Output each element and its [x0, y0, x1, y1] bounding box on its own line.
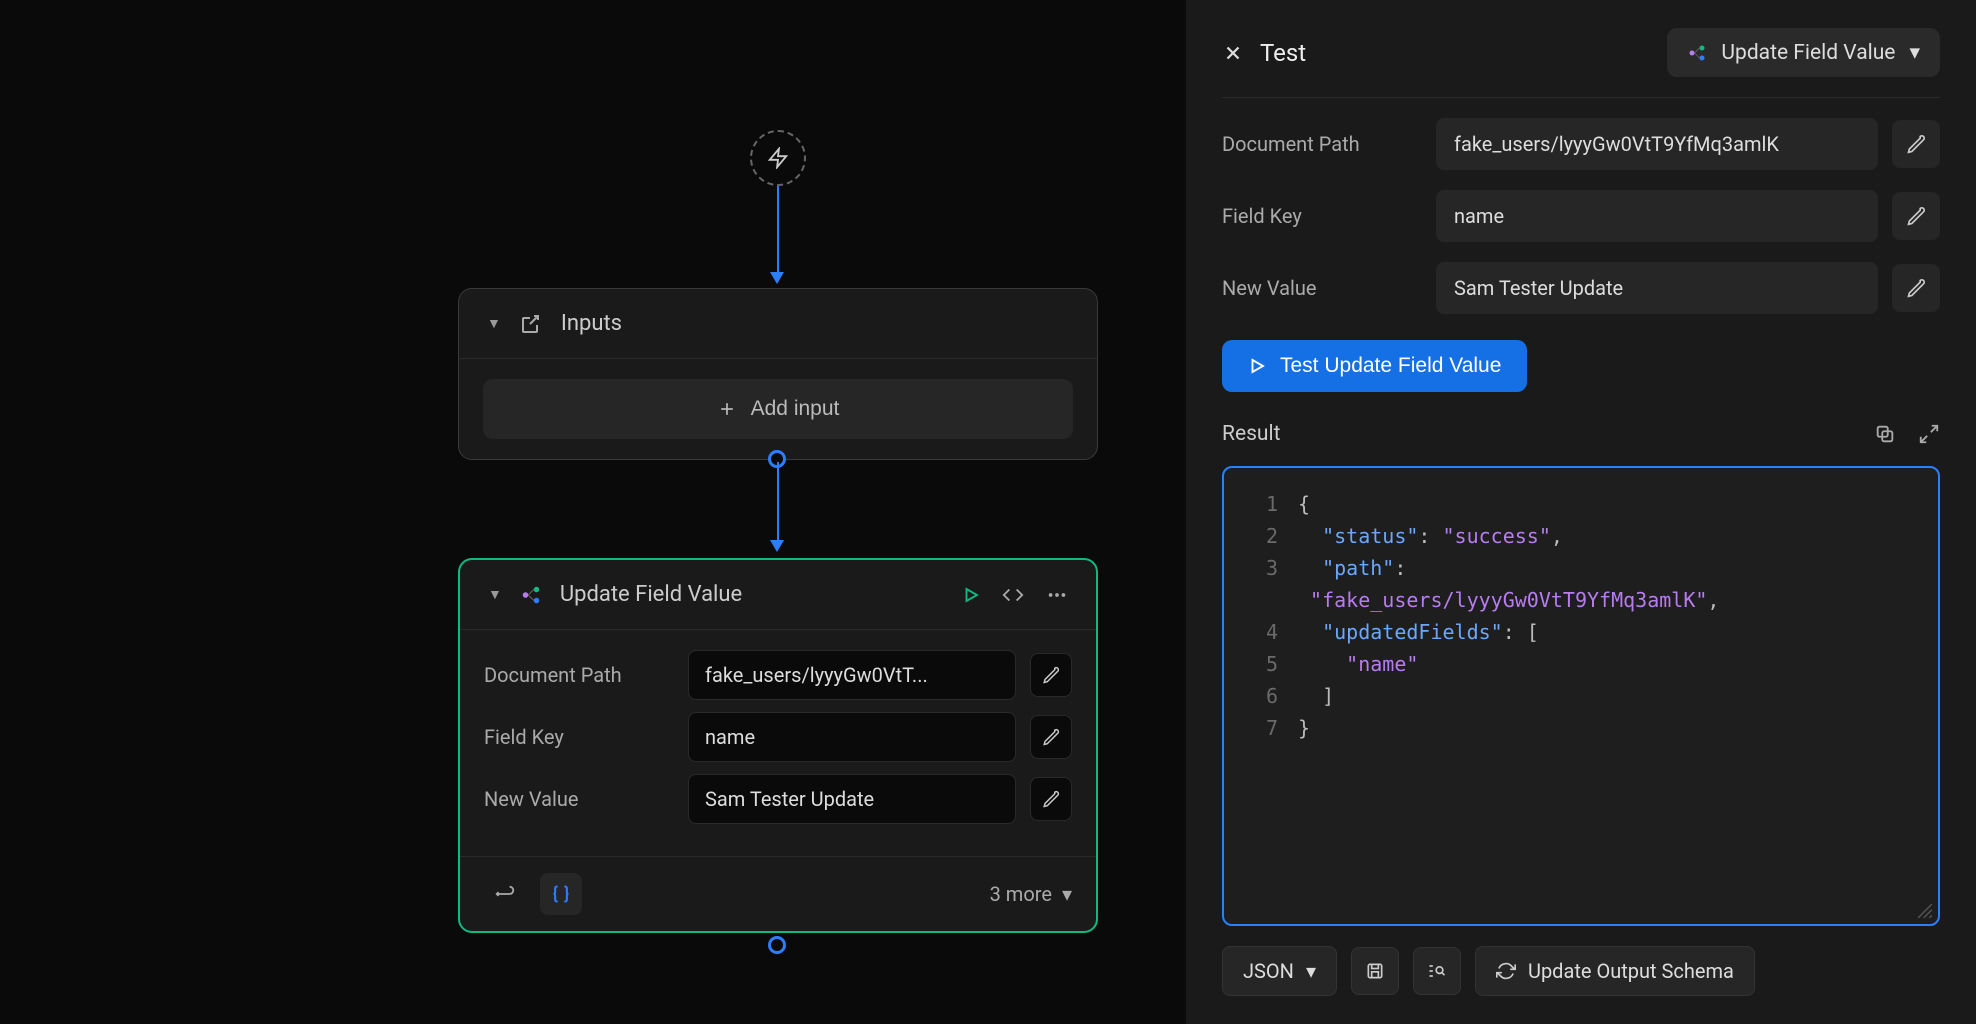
lightning-icon — [767, 147, 789, 169]
action-node[interactable]: ▼ Update Field Value Document Path fake_… — [458, 558, 1098, 933]
chevron-down-icon: ▾ — [1909, 40, 1920, 65]
add-input-button[interactable]: Add input — [483, 379, 1073, 439]
result-label: Result — [1222, 422, 1280, 446]
plus-icon — [717, 399, 737, 419]
action-node-header[interactable]: ▼ Update Field Value — [460, 560, 1096, 630]
action-node-actions — [962, 584, 1068, 606]
field-row-field-key: Field Key name — [484, 712, 1072, 762]
test-button[interactable]: Test Update Field Value — [1222, 340, 1527, 392]
result-header: Result — [1222, 422, 1940, 446]
code-line: 2 "status": "success", — [1248, 520, 1914, 552]
sidebar-header: Test Update Field Value ▾ — [1222, 28, 1940, 77]
connector-arrow — [770, 272, 784, 284]
inputs-node[interactable]: ▼ Inputs Add input — [458, 288, 1098, 460]
result-bottom-bar: JSON ▾ Update Output Schema — [1222, 946, 1940, 996]
resize-handle-icon[interactable] — [1918, 904, 1932, 918]
copy-icon[interactable] — [1874, 423, 1896, 445]
play-icon — [1248, 357, 1266, 375]
play-icon[interactable] — [962, 586, 980, 604]
integration-icon — [520, 584, 542, 606]
add-input-label: Add input — [751, 397, 840, 421]
workflow-canvas[interactable]: ▼ Inputs Add input ▼ Update Field Value — [0, 0, 1186, 1024]
code-line: 6 ] — [1248, 680, 1914, 712]
code-line: 7} — [1248, 712, 1914, 744]
chevron-down-icon: ▾ — [1306, 959, 1316, 983]
braces-icon[interactable] — [540, 873, 582, 915]
edit-button[interactable] — [1892, 120, 1940, 168]
doc-path-input[interactable]: fake_users/lyyyGw0VtT9YfMq3amlK — [1436, 118, 1878, 170]
connector-arrow — [770, 540, 784, 552]
code-line: 5 "name" — [1248, 648, 1914, 680]
code-line: 3 "path": — [1248, 552, 1914, 584]
save-icon[interactable] — [1351, 947, 1399, 995]
new-value-input[interactable]: Sam Tester Update — [1436, 262, 1878, 314]
edit-button[interactable] — [1892, 192, 1940, 240]
new-value-value[interactable]: Sam Tester Update — [688, 774, 1016, 824]
format-selector[interactable]: JSON ▾ — [1222, 946, 1337, 996]
result-code-box[interactable]: 1{2 "status": "success",3 "path": "fake_… — [1222, 466, 1940, 926]
action-node-body: Document Path fake_users/lyyyGw0VtT... F… — [460, 630, 1096, 856]
code-icon[interactable] — [1002, 584, 1024, 606]
new-value-label: New Value — [484, 787, 674, 811]
chevron-down-icon: ▾ — [1062, 882, 1072, 906]
code-line: 4 "updatedFields": [ — [1248, 616, 1914, 648]
edit-button[interactable] — [1030, 777, 1072, 821]
trigger-node[interactable] — [750, 130, 806, 186]
doc-path-label: Document Path — [484, 663, 674, 687]
field-key-input[interactable]: name — [1436, 190, 1878, 242]
more-fields-toggle[interactable]: 3 more ▾ — [990, 882, 1072, 906]
edit-button[interactable] — [1892, 264, 1940, 312]
sidebar-title: Test — [1260, 39, 1306, 67]
more-icon[interactable] — [1046, 584, 1068, 606]
action-node-footer: 3 more ▾ — [460, 856, 1096, 931]
inputs-node-title: Inputs — [561, 311, 1069, 336]
chevron-down-icon[interactable]: ▼ — [487, 315, 501, 332]
sb-field-field-key: Field Key name — [1222, 190, 1940, 242]
sb-field-document-path: Document Path fake_users/lyyyGw0VtT9YfMq… — [1222, 118, 1940, 170]
connector — [777, 186, 779, 274]
code-line: "fake_users/lyyyGw0VtT9YfMq3amlK", — [1248, 584, 1914, 616]
inputs-node-header[interactable]: ▼ Inputs — [459, 289, 1097, 359]
field-key-value[interactable]: name — [688, 712, 1016, 762]
sb-field-new-value: New Value Sam Tester Update — [1222, 262, 1940, 314]
action-selector[interactable]: Update Field Value ▾ — [1667, 28, 1940, 77]
connector-port[interactable] — [768, 936, 786, 954]
field-row-document-path: Document Path fake_users/lyyyGw0VtT... — [484, 650, 1072, 700]
return-icon[interactable] — [484, 873, 526, 915]
doc-path-value[interactable]: fake_users/lyyyGw0VtT... — [688, 650, 1016, 700]
edit-button[interactable] — [1030, 653, 1072, 697]
test-sidebar: Test Update Field Value ▾ Document Path … — [1186, 0, 1976, 1024]
edit-button[interactable] — [1030, 715, 1072, 759]
action-node-title: Update Field Value — [560, 582, 944, 607]
refresh-icon — [1496, 961, 1516, 981]
field-key-label: Field Key — [484, 725, 674, 749]
field-row-new-value: New Value Sam Tester Update — [484, 774, 1072, 824]
inputs-icon — [519, 312, 543, 336]
update-schema-button[interactable]: Update Output Schema — [1475, 946, 1755, 996]
code-line: 1{ — [1248, 488, 1914, 520]
close-icon[interactable] — [1222, 42, 1244, 64]
inputs-node-body: Add input — [459, 359, 1097, 459]
connector — [777, 462, 779, 542]
divider — [1222, 97, 1940, 98]
expand-icon[interactable] — [1918, 423, 1940, 445]
integration-icon — [1687, 43, 1707, 63]
chevron-down-icon[interactable]: ▼ — [488, 586, 502, 603]
inspect-icon[interactable] — [1413, 947, 1461, 995]
